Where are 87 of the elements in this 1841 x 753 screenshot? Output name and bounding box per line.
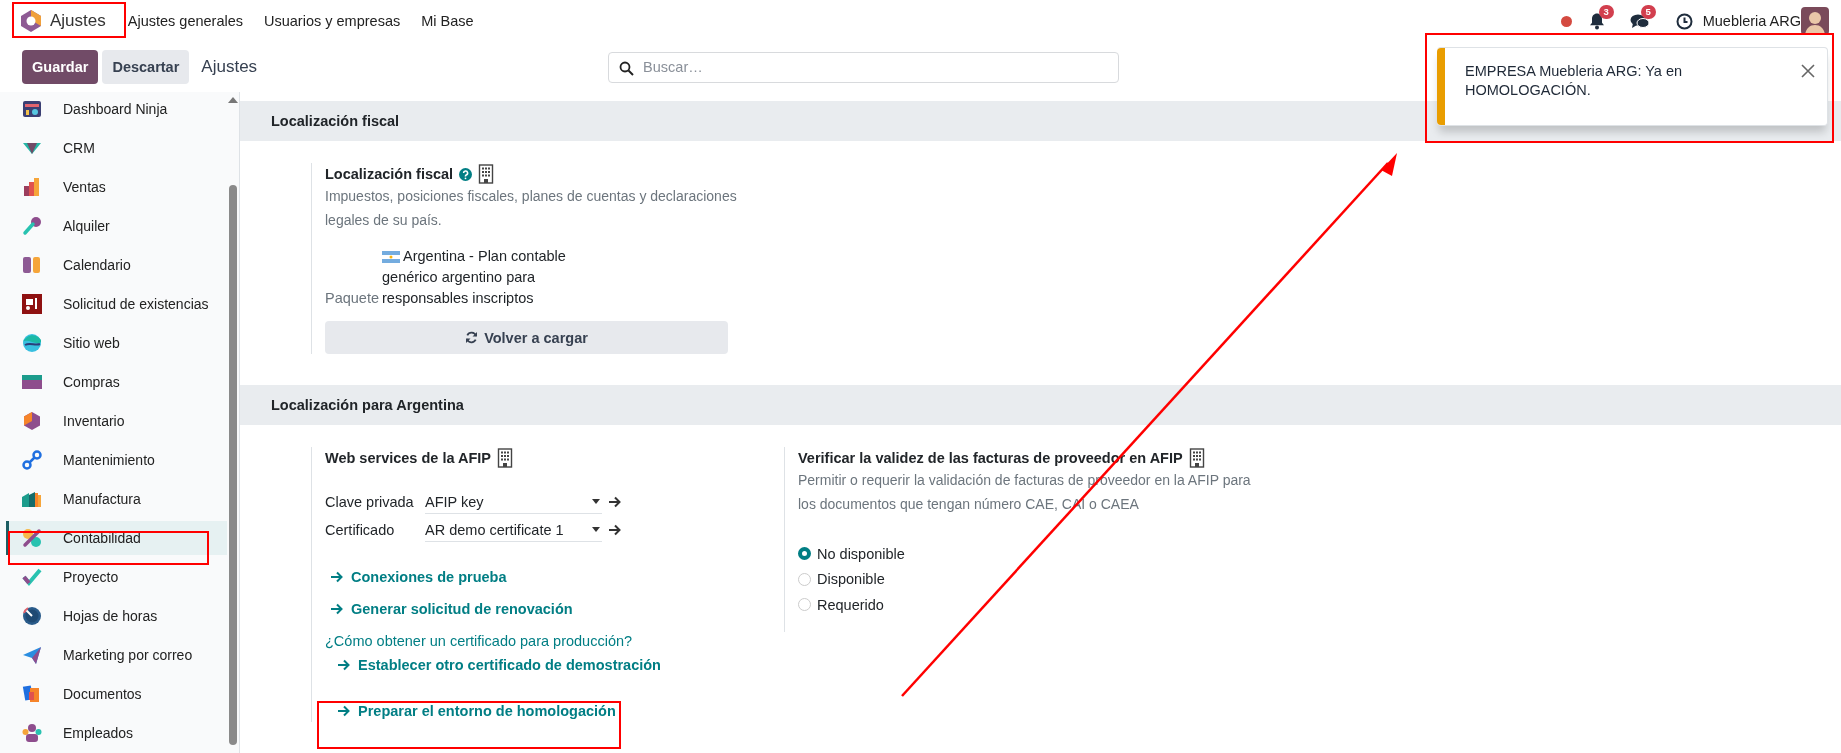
sidebar-item[interactable]: Dashboard Ninja xyxy=(6,92,227,126)
menu-item[interactable]: Usuarios y empresas xyxy=(264,13,401,29)
setting-title: Localización fiscal xyxy=(325,165,454,184)
select-field[interactable]: AR demo certificate 1 xyxy=(425,518,602,542)
sidebar-item[interactable]: Alquiler xyxy=(6,209,227,243)
building-icon xyxy=(497,448,514,468)
setting-description: Impuestos, posiciones fiscales, planes de cuentas y declaraciones legales de su país. xyxy=(325,187,738,230)
close-icon[interactable] xyxy=(1801,64,1815,78)
checkmark-icon xyxy=(22,567,42,587)
reload-button[interactable]: Volver a cargar xyxy=(325,321,728,354)
action-link[interactable]: ¿Cómo obtener un certificado para producción? xyxy=(325,630,633,652)
field-label: Clave privada xyxy=(325,494,415,510)
sidebar-item[interactable]: Marketing por correo xyxy=(6,638,227,672)
radio-label[interactable]: Requerido xyxy=(817,596,884,613)
radio-label[interactable]: No disponible xyxy=(817,545,905,562)
clock-icon xyxy=(22,606,42,626)
action-link[interactable]: Conexiones de prueba xyxy=(330,566,507,588)
form-button[interactable]: Descartar xyxy=(102,50,190,84)
sidebar-item[interactable]: Inventario xyxy=(6,404,227,438)
flag-icon xyxy=(382,251,400,263)
toast-message: EMPRESA Muebleria ARG: Ya en HOMOLOGACIÓN. xyxy=(1465,62,1684,100)
card-icon xyxy=(22,372,42,392)
sidebar-item[interactable]: Manufactura xyxy=(6,482,227,516)
internal-link-icon[interactable] xyxy=(608,523,622,537)
avatar-icon[interactable] xyxy=(1801,7,1829,35)
scrollbar-thumb[interactable] xyxy=(229,185,237,745)
action-link[interactable]: Establecer otro certificado de demostración xyxy=(337,654,661,676)
documents-icon xyxy=(22,684,42,704)
sidebar-item[interactable]: Hojas de horas xyxy=(6,599,227,633)
setting-title: Web services de la AFIP xyxy=(325,449,492,468)
clock-icon[interactable] xyxy=(1675,12,1693,30)
status-dot[interactable] xyxy=(1560,15,1572,27)
forklift-icon xyxy=(22,294,42,314)
arrow-icon xyxy=(330,570,344,584)
sidebar-item[interactable]: Proyecto xyxy=(6,560,227,594)
arrow-icon xyxy=(330,602,344,616)
select-field[interactable]: AFIP key xyxy=(425,490,602,514)
sidebar-item[interactable]: Ventas xyxy=(6,170,227,204)
building-icon xyxy=(478,164,495,184)
search-icon xyxy=(619,60,635,76)
message-count: 5 xyxy=(1640,5,1656,19)
radio-label[interactable]: Disponible xyxy=(817,571,885,588)
internal-link-icon[interactable] xyxy=(608,495,622,509)
key-icon xyxy=(22,216,42,236)
app-title[interactable]: Ajustes xyxy=(50,11,106,31)
scroll-up-icon[interactable] xyxy=(228,96,238,103)
action-link[interactable]: Generar solicitud de renovación xyxy=(330,598,573,620)
action-link[interactable]: Preparar el entorno de homologación xyxy=(337,700,616,722)
search-field[interactable]: Buscar… xyxy=(608,51,1120,83)
building-icon xyxy=(1188,448,1205,468)
section-header: Localización para Argentina xyxy=(240,385,1841,425)
percent-icon xyxy=(22,528,42,548)
form-button[interactable]: Guardar xyxy=(22,50,99,84)
sidebar-item[interactable]: Mantenimiento xyxy=(6,443,227,477)
menu-item[interactable]: Ajustes generales xyxy=(127,13,243,29)
help-icon[interactable] xyxy=(459,167,473,181)
dashboard-icon xyxy=(22,99,42,119)
field-value: Argentina - Plan contable genérico argentino para responsables inscriptos xyxy=(382,247,567,308)
radio-button[interactable] xyxy=(798,547,811,561)
sidebar-item[interactable]: Solicitud de existencias xyxy=(6,287,227,321)
field-label: Paquete xyxy=(325,289,381,308)
bar-chart-icon xyxy=(22,177,42,197)
sidebar-item[interactable]: Documentos xyxy=(6,677,227,711)
calendar-icon xyxy=(22,255,42,275)
arrow-icon xyxy=(337,704,351,718)
sidebar-item[interactable]: Sitio web xyxy=(6,326,227,360)
sidebar-item[interactable]: Contabilidad xyxy=(6,521,227,555)
paper-plane-icon xyxy=(22,645,42,665)
caret-icon xyxy=(592,499,600,504)
notification-count: 3 xyxy=(1598,5,1614,19)
globe-icon xyxy=(22,333,42,353)
sidebar-item[interactable]: Calendario xyxy=(6,248,227,282)
caret-icon xyxy=(592,527,600,532)
company-name[interactable]: Muebleria ARG xyxy=(1702,13,1801,29)
field-label: Certificado xyxy=(325,522,396,538)
menu-item[interactable]: Mi Base xyxy=(421,13,474,29)
sidebar-item[interactable]: Empleados xyxy=(6,716,227,750)
people-icon xyxy=(22,723,42,743)
app-logo-icon[interactable] xyxy=(20,9,42,33)
refresh-icon xyxy=(465,331,479,344)
cube-icon xyxy=(22,411,42,431)
factory-icon xyxy=(22,489,42,509)
sidebar-item[interactable]: Compras xyxy=(6,365,227,399)
breadcrumb: Ajustes xyxy=(201,57,258,77)
arrow-icon xyxy=(337,658,351,672)
sidebar-item[interactable]: CRM xyxy=(6,131,227,165)
link-icon xyxy=(22,450,42,470)
